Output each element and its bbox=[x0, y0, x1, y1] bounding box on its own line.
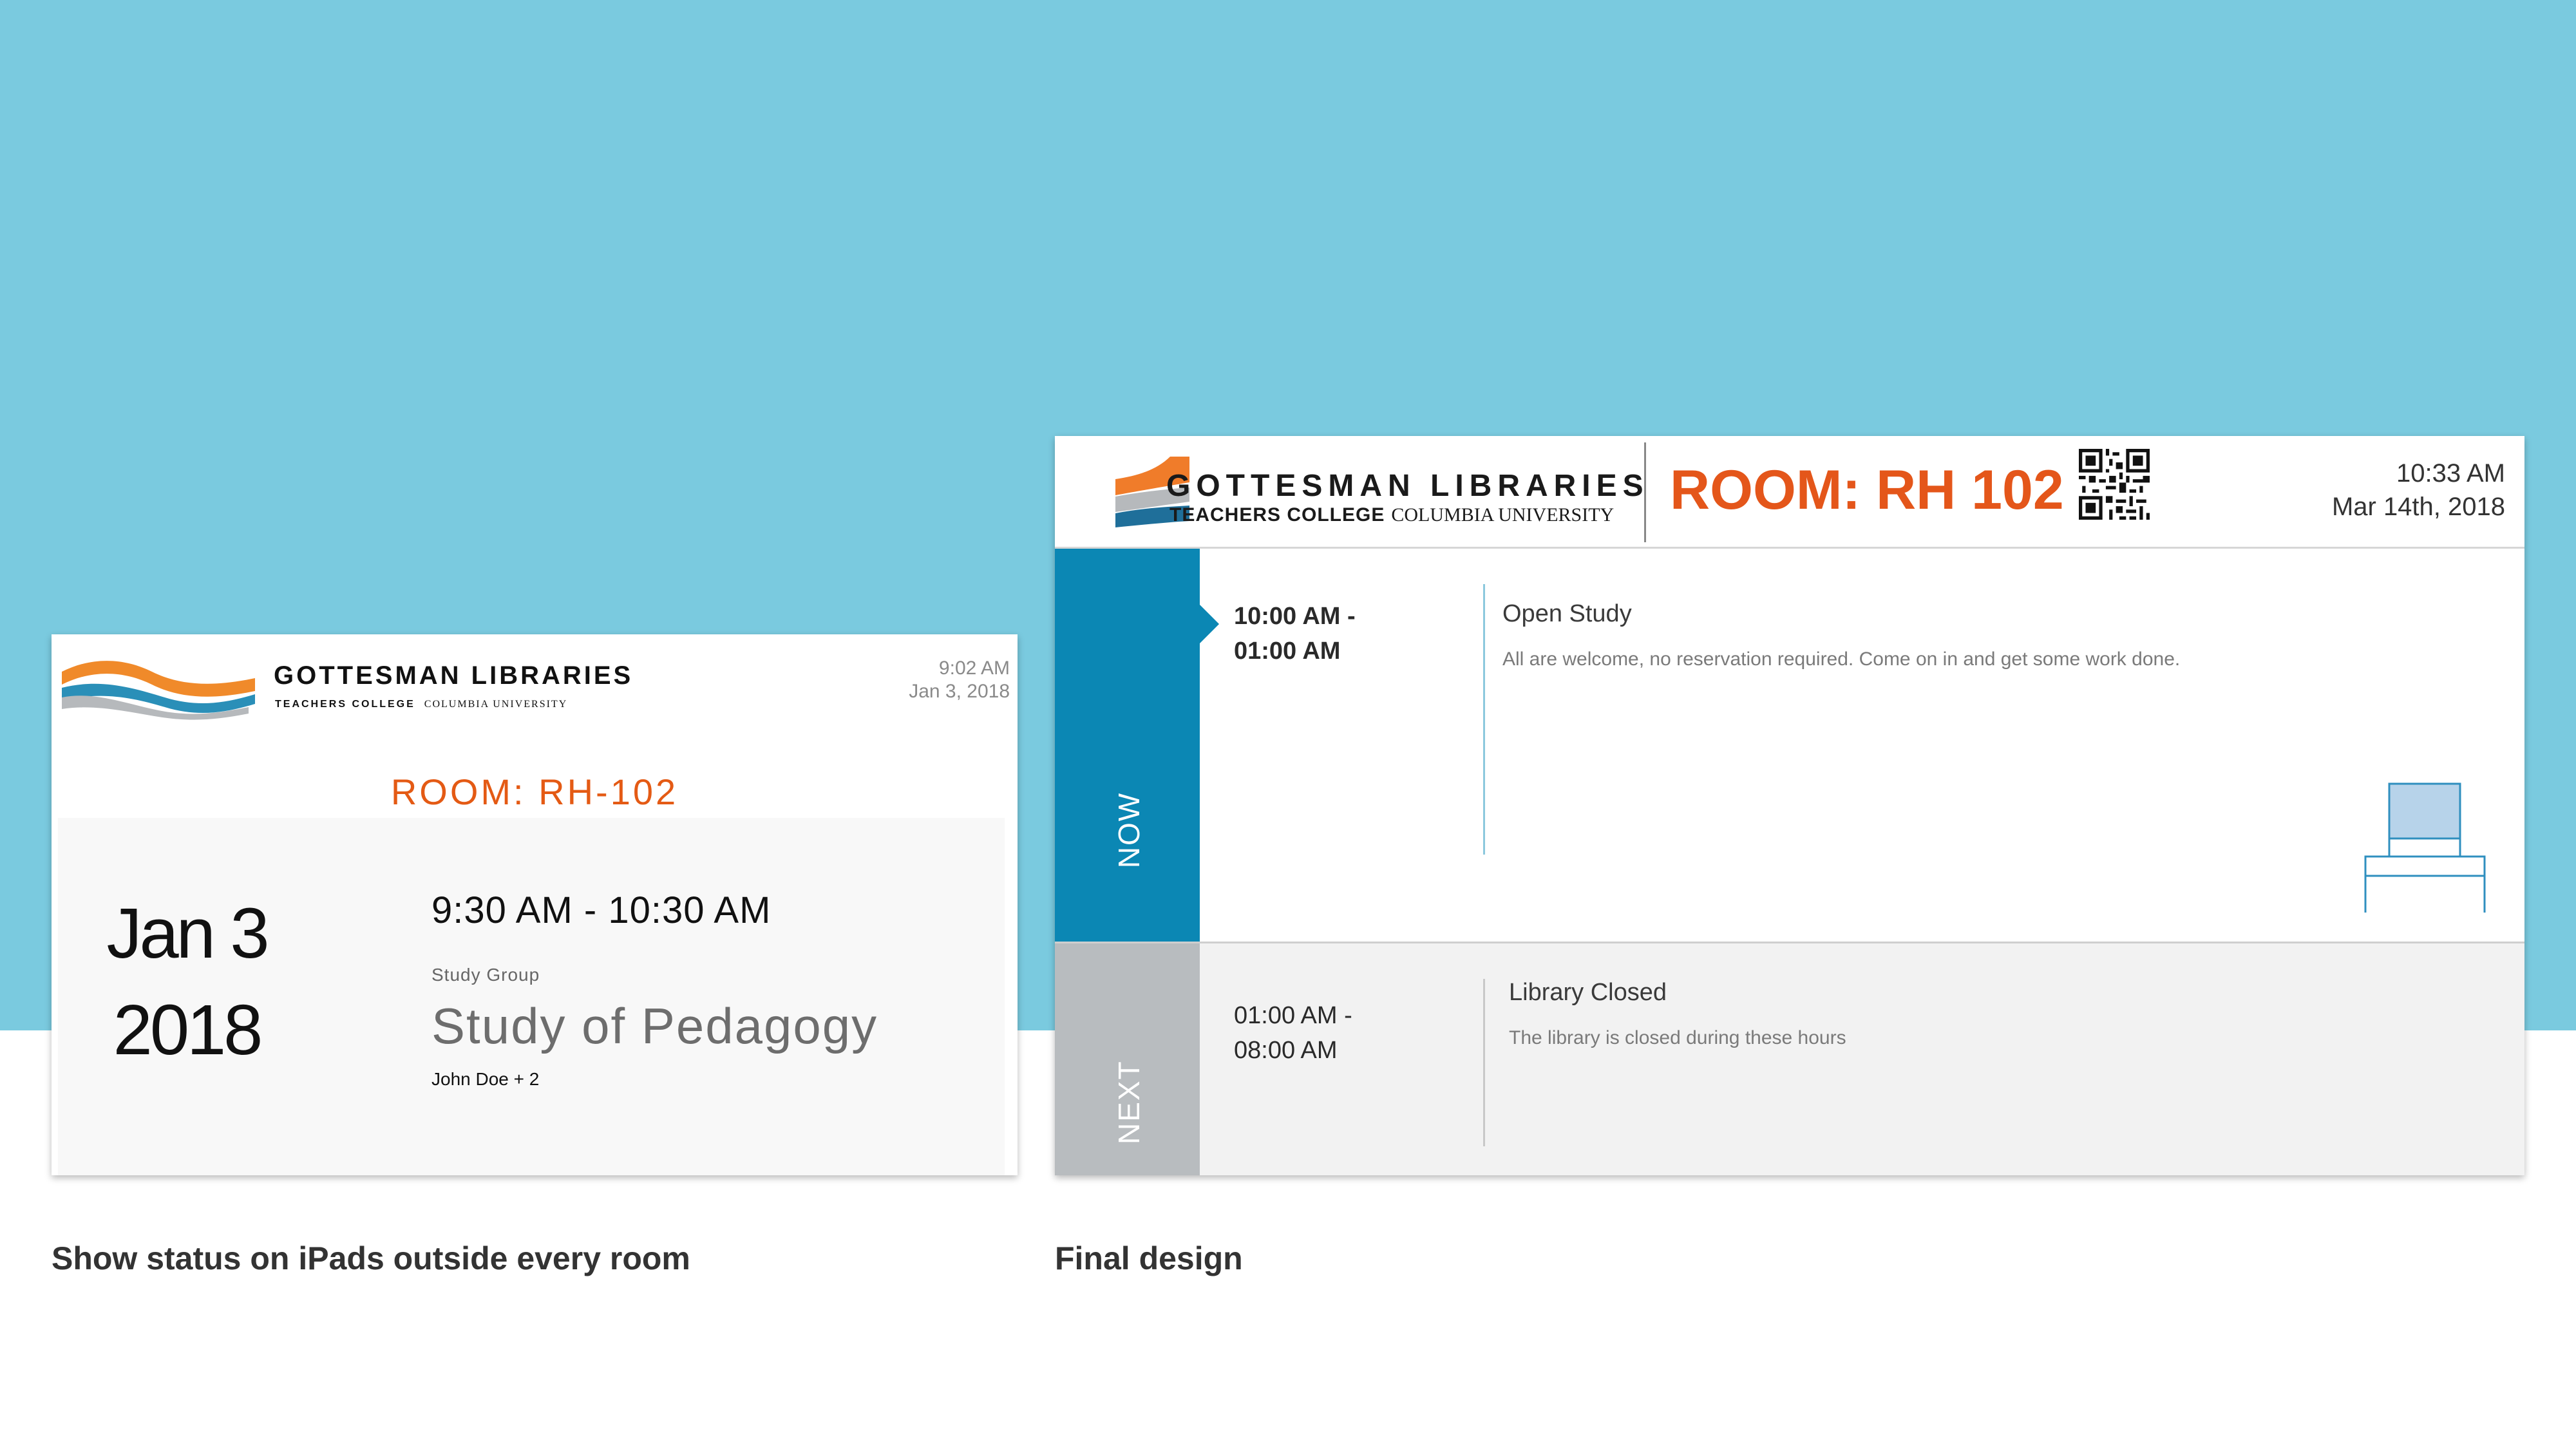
next-slot-start: 01:00 AM - bbox=[1234, 1002, 1352, 1029]
booking-type: Study Group bbox=[431, 965, 540, 985]
brand-subtitle-serif: COLUMBIA UNIVERSITY bbox=[1391, 504, 1615, 526]
brand-subtitle-serif: COLUMBIA UNIVERSITY bbox=[424, 699, 568, 710]
clock-time: 9:02 AM bbox=[938, 658, 1010, 679]
caption-final-design: Final design bbox=[1055, 1240, 1243, 1276]
clock: 10:33 AM Mar 14th, 2018 bbox=[2332, 457, 2505, 524]
final-design-card: GOTTESMAN LIBRARIES TEACHERS COLLEGE COLU… bbox=[1055, 436, 2524, 1175]
booking-attendees: John Doe + 2 bbox=[431, 1069, 540, 1089]
chair-icon bbox=[2364, 782, 2486, 913]
room-title: ROOM: RH 102 bbox=[1670, 459, 2064, 521]
library-logo-icon bbox=[62, 661, 255, 720]
big-date: Jan 3 2018 bbox=[106, 886, 269, 1079]
next-section: NEXT 01:00 AM - 08:00 AM Library Closed … bbox=[1055, 943, 2524, 1175]
big-date-day: Jan 3 bbox=[106, 894, 269, 973]
next-slot-end: 08:00 AM bbox=[1234, 1037, 1338, 1064]
now-event-description: All are welcome, no reservation required… bbox=[1502, 649, 2181, 670]
next-event-description: The library is closed during these hours bbox=[1509, 1027, 1846, 1048]
now-slot-start: 10:00 AM - bbox=[1234, 603, 1356, 630]
caption-early-design: Show status on iPads outside every room bbox=[52, 1240, 690, 1276]
now-tab: NOW bbox=[1055, 549, 1200, 942]
clock-time: 10:33 AM bbox=[2396, 459, 2505, 488]
booking-title: Study of Pedagogy bbox=[431, 998, 878, 1054]
brand-name: GOTTESMAN LIBRARIES bbox=[274, 661, 634, 690]
brand-subtitle: TEACHERS COLLEGE COLUMBIA UNIVERSITY bbox=[1170, 504, 1614, 526]
brand-name: GOTTESMAN LIBRARIES bbox=[1166, 469, 1649, 503]
big-date-year: 2018 bbox=[113, 990, 263, 1070]
next-event-title: Library Closed bbox=[1509, 979, 1667, 1006]
brand-subtitle-bold: TEACHERS COLLEGE bbox=[275, 699, 415, 710]
clock-date: Jan 3, 2018 bbox=[909, 681, 1010, 702]
next-divider bbox=[1483, 979, 1485, 1146]
header: GOTTESMAN LIBRARIES TEACHERS COLLEGE COLU… bbox=[1055, 436, 2524, 549]
clock-date: Mar 14th, 2018 bbox=[2331, 493, 2505, 521]
room-title: ROOM: RH-102 bbox=[390, 772, 679, 812]
early-design-card: GOTTESMAN LIBRARIES TEACHERS COLLEGE COLU… bbox=[52, 634, 1018, 1175]
now-arrow-marker bbox=[1198, 603, 1219, 645]
brand-subtitle: TEACHERS COLLEGE COLUMBIA UNIVERSITY bbox=[275, 699, 567, 710]
now-time-slot: 10:00 AM - 01:00 AM bbox=[1234, 599, 1356, 668]
now-label: NOW bbox=[1112, 791, 1146, 869]
next-time-slot: 01:00 AM - 08:00 AM bbox=[1234, 998, 1352, 1068]
booking-panel: Jan 3 2018 9:30 AM - 10:30 AM Study Grou… bbox=[58, 818, 1005, 1175]
now-section: NOW 10:00 AM - 01:00 AM Open Study All a… bbox=[1055, 549, 2524, 943]
next-label: NEXT bbox=[1112, 1060, 1146, 1144]
next-tab: NEXT bbox=[1055, 943, 1200, 1175]
clock: 9:02 AM Jan 3, 2018 bbox=[909, 657, 1010, 703]
now-divider bbox=[1483, 584, 1485, 855]
now-slot-end: 01:00 AM bbox=[1234, 638, 1341, 665]
qr-code-icon[interactable] bbox=[2079, 449, 2150, 520]
booking-time-slot: 9:30 AM - 10:30 AM bbox=[431, 889, 772, 931]
header-divider bbox=[1644, 442, 1646, 542]
brand-subtitle-bold: TEACHERS COLLEGE bbox=[1170, 504, 1385, 526]
now-event-title: Open Study bbox=[1502, 600, 1632, 627]
